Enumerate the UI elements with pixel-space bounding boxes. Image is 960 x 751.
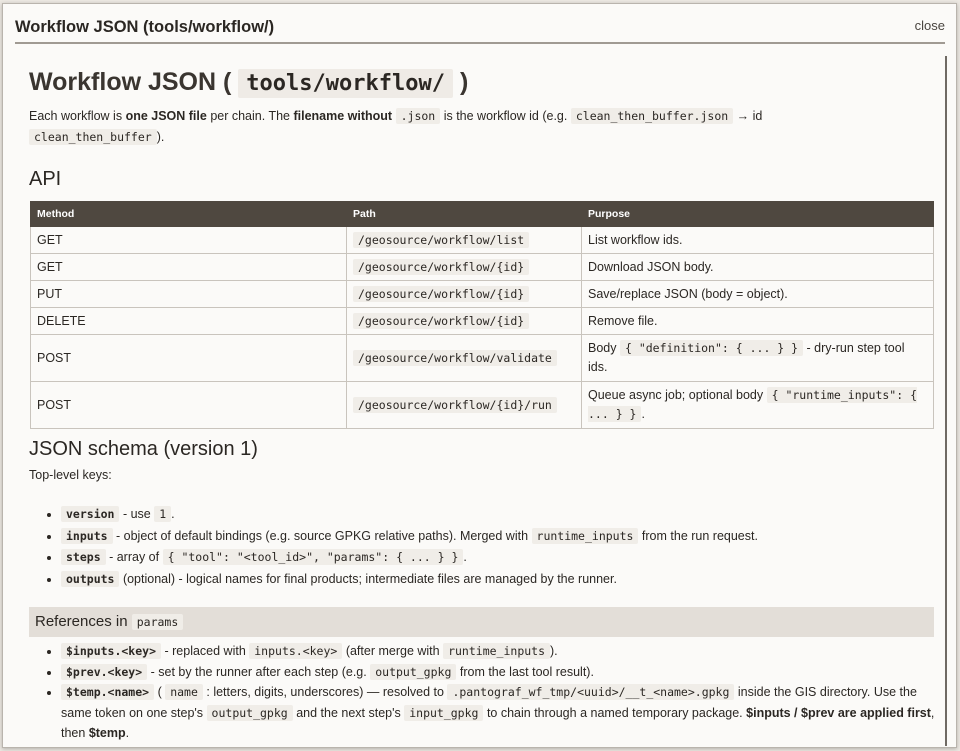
method-cell: PUT [30, 280, 347, 308]
references-heading: References in params [29, 607, 934, 637]
toplevel-keys-list: version - use 1. inputs - object of defa… [33, 504, 941, 590]
table-row: GET /geosource/workflow/{id} Download JS… [30, 253, 934, 281]
col-header-method: Method [30, 201, 347, 227]
method-cell: POST [30, 381, 347, 429]
path-cell: /geosource/workflow/{id} [346, 280, 582, 308]
scrollbar[interactable] [945, 56, 947, 746]
list-item: $temp.<name> ( name : letters, digits, u… [61, 682, 941, 744]
page-title: Workflow JSON ( tools/workflow/ ) [29, 68, 469, 98]
list-item: steps - array of { "tool": "<tool_id>", … [61, 547, 941, 569]
purpose-cell: Download JSON body. [581, 253, 934, 281]
method-cell: GET [30, 253, 347, 281]
api-table-header: Method Path Purpose [30, 201, 934, 227]
close-button[interactable]: close [915, 18, 945, 33]
references-list: $inputs.<key> - replaced with inputs.<ke… [33, 641, 941, 744]
path-cell: /geosource/workflow/{id} [346, 307, 582, 335]
method-cell: DELETE [30, 307, 347, 335]
list-item: $prev.<key> - set by the runner after ea… [61, 662, 941, 683]
list-item: $inputs.<key> - replaced with inputs.<ke… [61, 641, 941, 662]
schema-heading: JSON schema (version 1) [29, 438, 258, 460]
method-cell: GET [30, 226, 347, 254]
page-title-code: tools/workflow/ [238, 69, 453, 98]
path-cell: /geosource/workflow/list [346, 226, 582, 254]
table-row: GET /geosource/workflow/list List workfl… [30, 226, 934, 254]
table-row: POST /geosource/workflow/{id}/run Queue … [30, 381, 934, 429]
list-item: outputs (optional) - logical names for f… [61, 569, 941, 591]
table-row: POST /geosource/workflow/validate Body {… [30, 334, 934, 382]
purpose-cell: Remove file. [581, 307, 934, 335]
path-cell: /geosource/workflow/{id} [346, 253, 582, 281]
purpose-cell: Queue async job; optional body { "runtim… [581, 381, 934, 429]
toplevel-label: Top-level keys: [29, 468, 112, 482]
modal-title: Workflow JSON (tools/workflow/) [15, 18, 275, 36]
table-row: DELETE /geosource/workflow/{id} Remove f… [30, 307, 934, 335]
method-cell: POST [30, 334, 347, 382]
workflow-json-modal: Workflow JSON (tools/workflow/) close Wo… [2, 3, 957, 748]
doc-content[interactable]: Workflow JSON ( tools/workflow/ ) Each w… [3, 44, 956, 747]
col-header-purpose: Purpose [581, 201, 934, 227]
list-item: inputs - object of default bindings (e.g… [61, 526, 941, 548]
path-cell: /geosource/workflow/validate [346, 334, 582, 382]
purpose-cell: List workflow ids. [581, 226, 934, 254]
list-item: version - use 1. [61, 504, 941, 526]
api-heading: API [29, 168, 62, 190]
modal-header: Workflow JSON (tools/workflow/) close [15, 4, 945, 44]
table-row: PUT /geosource/workflow/{id} Save/replac… [30, 280, 934, 308]
intro-paragraph: Each workflow is one JSON file per chain… [29, 108, 763, 145]
purpose-cell: Body { "definition": { ... } } - dry-run… [581, 334, 934, 382]
path-cell: /geosource/workflow/{id}/run [346, 381, 582, 429]
purpose-cell: Save/replace JSON (body = object). [581, 280, 934, 308]
api-table: Method Path Purpose GET /geosource/workf… [30, 201, 934, 429]
col-header-path: Path [346, 201, 582, 227]
